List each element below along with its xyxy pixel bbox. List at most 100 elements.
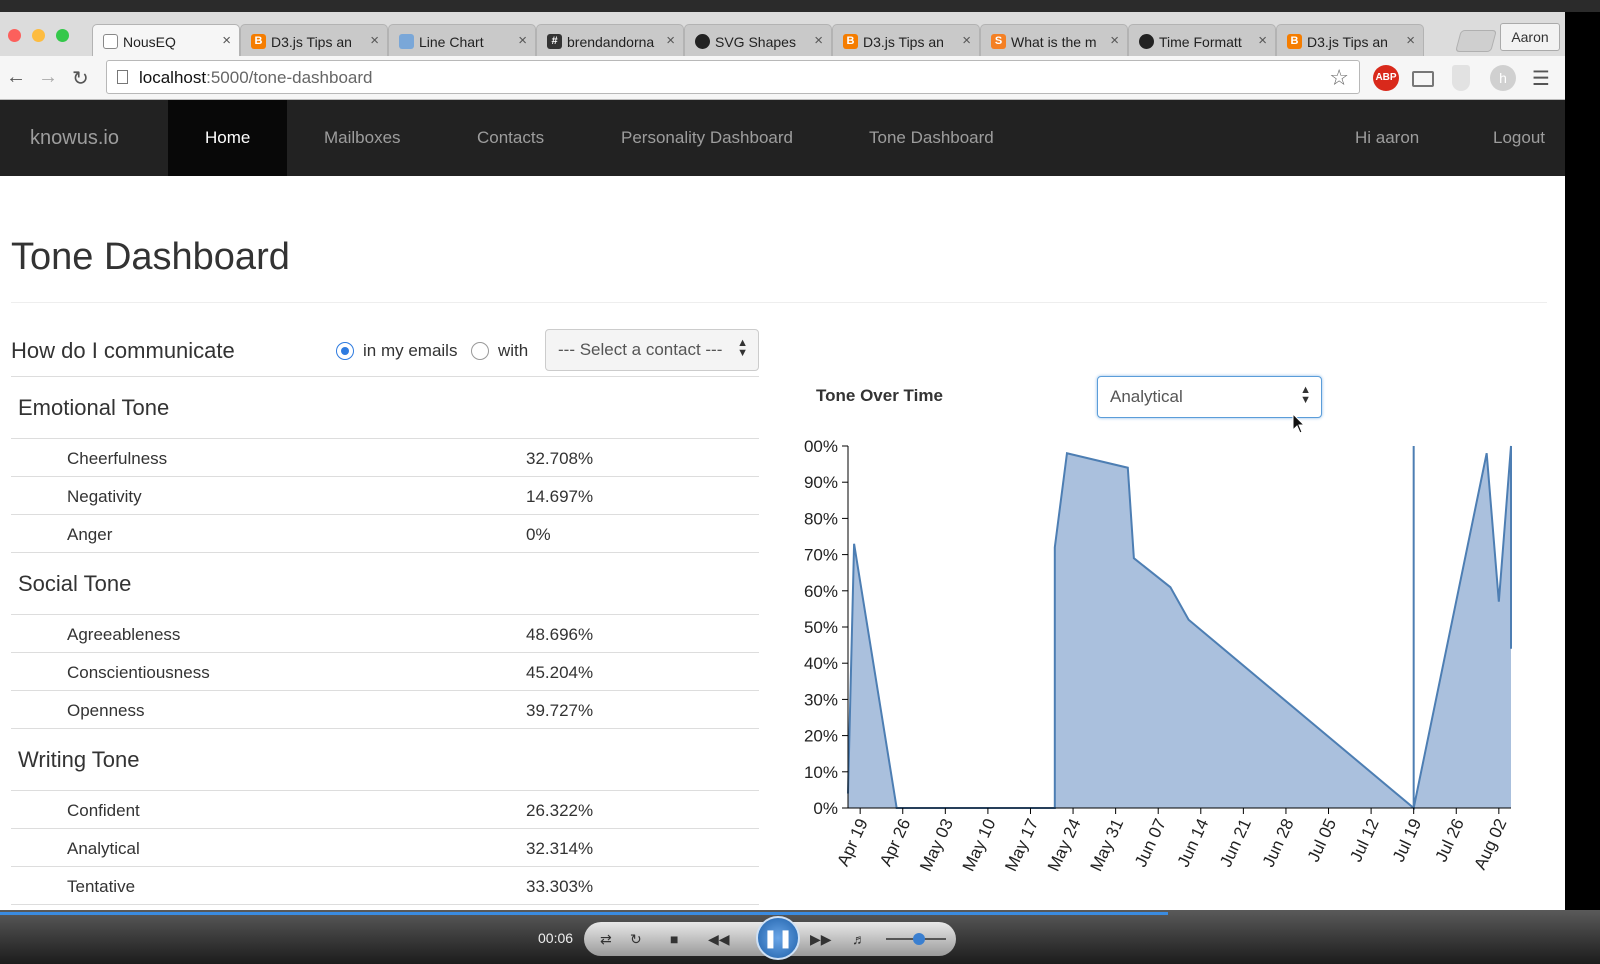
bookmark-star-icon[interactable]: ☆ xyxy=(1329,65,1349,91)
contact-select[interactable]: --- Select a contact --- ▲ ▼ xyxy=(545,329,759,371)
tone-name: Cheerfulness xyxy=(67,449,168,468)
tone-value: 48.696% xyxy=(526,625,594,644)
browser-tab[interactable]: NousEQ × xyxy=(92,24,240,56)
tone-value: 0% xyxy=(526,525,551,544)
page-title: Tone Dashboard xyxy=(11,236,290,278)
browser-tab[interactable]: B D3.js Tips an × xyxy=(832,24,980,56)
stop-icon[interactable]: ■ xyxy=(670,931,678,947)
radio-in-my-emails-label[interactable]: in my emails xyxy=(363,341,457,361)
fast-forward-icon[interactable]: ▶▶ xyxy=(810,931,832,948)
forward-icon[interactable]: → xyxy=(38,66,58,89)
radio-in-my-emails[interactable] xyxy=(336,342,354,360)
volume-knob[interactable] xyxy=(913,933,925,945)
nav-contacts[interactable]: Contacts xyxy=(440,100,581,176)
globe-icon xyxy=(399,34,414,49)
nav-tone-dashboard[interactable]: Tone Dashboard xyxy=(832,100,1031,176)
tab-close-icon[interactable]: × xyxy=(370,32,379,49)
reload-icon[interactable]: ↻ xyxy=(72,66,89,91)
browser-tab[interactable]: Time Formatt × xyxy=(1128,24,1276,56)
radio-with-contact[interactable] xyxy=(471,342,489,360)
player-controls: ⇄ ↻ ■ ◀◀ ❚❚ ▶▶ ♬ xyxy=(584,916,956,960)
tone-select[interactable]: Analytical ▲ ▼ xyxy=(1097,376,1322,418)
close-window-button[interactable] xyxy=(8,29,21,42)
url-host: localhost xyxy=(139,68,207,87)
table-row: Tentative 33.303% xyxy=(11,867,759,905)
timecode: 00:06 xyxy=(538,930,574,946)
tab-close-icon[interactable]: × xyxy=(1258,32,1267,49)
y-tick-label: 30% xyxy=(804,690,838,709)
tab-close-icon[interactable]: × xyxy=(518,32,527,49)
minimize-window-button[interactable] xyxy=(32,29,45,42)
tab-label: SVG Shapes xyxy=(715,34,796,50)
y-tick-label: 10% xyxy=(804,763,838,782)
x-tick-label: May 17 xyxy=(1001,816,1042,875)
tab-label: D3.js Tips an xyxy=(863,34,944,50)
tone-name: Confident xyxy=(67,801,140,820)
radio-with-contact-label[interactable]: with xyxy=(498,341,528,361)
x-tick-label: Jul 05 xyxy=(1304,816,1340,865)
tone-value: 39.727% xyxy=(526,701,594,720)
nav-logout[interactable]: Logout xyxy=(1456,100,1582,176)
tab-close-icon[interactable]: × xyxy=(666,32,675,49)
brand-link[interactable]: knowus.io xyxy=(30,127,119,150)
tab-strip: NousEQ × B D3.js Tips an × Line Chart × # brenda… xyxy=(92,24,1562,56)
table-row: Openness 39.727% xyxy=(11,691,759,729)
profile-button[interactable]: Aaron xyxy=(1500,23,1560,51)
x-tick-label: May 03 xyxy=(916,816,957,875)
tab-close-icon[interactable]: × xyxy=(962,32,971,49)
select-arrows-icon: ▲ ▼ xyxy=(737,337,748,359)
zoom-window-button[interactable] xyxy=(56,29,69,42)
shuffle-icon[interactable]: ⇄ xyxy=(600,931,612,948)
y-tick-label: 80% xyxy=(804,509,838,528)
tab-close-icon[interactable]: × xyxy=(1110,32,1119,49)
nav-personality-dashboard[interactable]: Personality Dashboard xyxy=(584,100,830,176)
x-tick-label: Aug 02 xyxy=(1470,816,1510,873)
x-tick-label: Jun 21 xyxy=(1216,816,1255,870)
repeat-icon[interactable]: ↻ xyxy=(630,931,642,948)
blogger-icon: B xyxy=(251,34,266,49)
cast-icon[interactable] xyxy=(1412,71,1434,87)
browser-tab[interactable]: B D3.js Tips an × xyxy=(1276,24,1424,56)
y-tick-label: 0% xyxy=(813,799,838,818)
new-tab-button[interactable] xyxy=(1455,30,1497,52)
tone-value: 32.708% xyxy=(526,449,594,468)
rewind-icon[interactable]: ◀◀ xyxy=(708,931,730,948)
shield-icon[interactable] xyxy=(1452,65,1470,91)
x-tick-label: Jun 14 xyxy=(1174,816,1213,870)
pause-button[interactable]: ❚❚ xyxy=(756,916,800,960)
tab-label: D3.js Tips an xyxy=(1307,34,1388,50)
tab-label: D3.js Tips an xyxy=(271,34,352,50)
tab-close-icon[interactable]: × xyxy=(1406,32,1415,49)
nav-user-greeting[interactable]: Hi aaron xyxy=(1318,100,1456,176)
tab-label: Line Chart xyxy=(419,34,484,50)
browser-tab[interactable]: SVG Shapes × xyxy=(684,24,832,56)
table-row: Conscientiousness 45.204% xyxy=(11,653,759,691)
page-icon xyxy=(117,70,128,84)
adblock-icon[interactable]: ABP xyxy=(1373,65,1399,91)
tab-label: NousEQ xyxy=(123,34,176,50)
menu-icon[interactable]: ☰ xyxy=(1532,66,1550,91)
browser-tab[interactable]: Line Chart × xyxy=(388,24,536,56)
back-icon[interactable]: ← xyxy=(6,66,26,89)
x-tick-label: Apr 26 xyxy=(876,816,914,869)
table-row: Agreeableness 48.696% xyxy=(11,615,759,653)
tab-close-icon[interactable]: × xyxy=(222,32,231,49)
x-tick-label: Apr 19 xyxy=(833,816,871,869)
blogger-icon: B xyxy=(843,34,858,49)
extension-h-icon[interactable]: h xyxy=(1490,65,1516,91)
tone-name: Openness xyxy=(67,701,145,720)
volume-icon[interactable]: ♬ xyxy=(852,931,866,947)
nav-mailboxes[interactable]: Mailboxes xyxy=(287,100,438,176)
browser-tab[interactable]: # brendandorna × xyxy=(536,24,684,56)
playback-progress[interactable] xyxy=(0,912,1168,915)
tab-close-icon[interactable]: × xyxy=(814,32,823,49)
section-title: Social Tone xyxy=(11,553,759,615)
nav-home[interactable]: Home xyxy=(168,100,288,176)
section-title: Writing Tone xyxy=(11,729,759,791)
communication-label: How do I communicate xyxy=(11,338,235,363)
browser-tab[interactable]: S What is the m × xyxy=(980,24,1128,56)
browser-tab[interactable]: B D3.js Tips an × xyxy=(240,24,388,56)
x-tick-label: Jun 07 xyxy=(1131,816,1170,870)
tone-over-time-chart: 00% 90% 80% 70% 60% 50% 40% 30% 20% 10% 0%Apr 19 Ap… xyxy=(804,437,1512,875)
address-bar[interactable]: localhost:5000/tone-dashboard ☆ xyxy=(106,60,1360,94)
